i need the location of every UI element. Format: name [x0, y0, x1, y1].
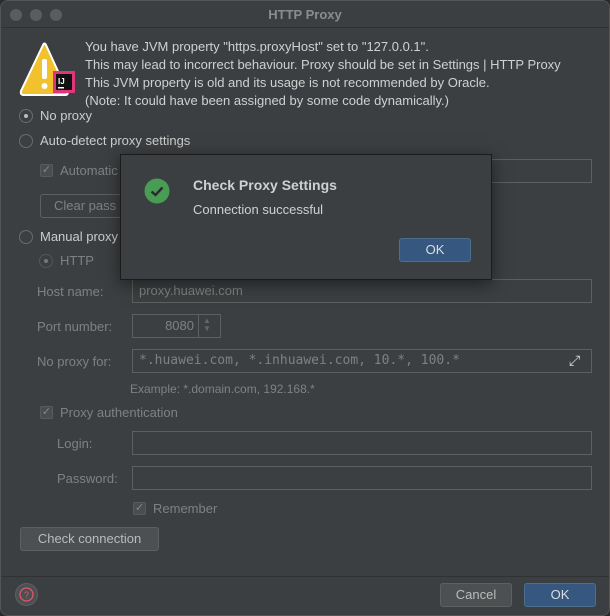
intellij-badge: IJ	[58, 77, 65, 86]
http-radio[interactable]	[39, 254, 53, 268]
spinner-divider	[198, 315, 199, 337]
remember-label: Remember	[153, 501, 218, 516]
automatic-config-label: Automatic	[60, 163, 118, 178]
manual-proxy-radio[interactable]	[19, 230, 33, 244]
footer-divider	[1, 576, 609, 577]
warning-icon: IJ	[19, 42, 75, 96]
warning-line: This may lead to incorrect behaviour. Pr…	[85, 57, 561, 72]
help-button[interactable]: ?	[15, 583, 38, 606]
window-title: HTTP Proxy	[268, 7, 342, 22]
login-label: Login:	[57, 436, 93, 451]
example-hint: Example: *.domain.com, 192.168.*	[130, 382, 315, 396]
login-input[interactable]	[132, 431, 592, 455]
automatic-config-checkbox[interactable]: ✓	[40, 164, 53, 177]
svg-text:?: ?	[24, 590, 29, 600]
host-name-label: Host name:	[37, 284, 104, 299]
warning-line: This JVM property is old and its usage i…	[85, 75, 490, 90]
popup-message: Connection successful	[193, 202, 324, 217]
spinner-arrows-icon[interactable]: ▲ ▼	[203, 317, 211, 333]
http-proxy-dialog: HTTP Proxy IJ You have JVM property "htt…	[0, 0, 610, 616]
popup-title: Check Proxy Settings	[193, 177, 337, 193]
clear-passwords-button[interactable]: Clear pass	[40, 194, 130, 218]
cancel-button[interactable]: Cancel	[440, 583, 512, 607]
help-icon: ?	[19, 587, 34, 602]
ok-button[interactable]: OK	[524, 583, 596, 607]
check-proxy-popup: Check Proxy Settings Connection successf…	[120, 154, 492, 280]
remember-checkbox[interactable]: ✓	[133, 502, 146, 515]
proxy-authentication-label: Proxy authentication	[60, 405, 178, 420]
popup-ok-button[interactable]: OK	[399, 238, 471, 262]
expand-icon[interactable]: ⤢	[569, 352, 580, 369]
warning-line: You have JVM property "https.proxyHost" …	[85, 39, 429, 54]
title-bar: HTTP Proxy	[1, 1, 609, 28]
no-proxy-radio[interactable]	[19, 109, 33, 123]
host-name-input[interactable]: proxy.huawei.com	[132, 279, 592, 303]
warning-message: You have JVM property "https.proxyHost" …	[85, 38, 561, 110]
warning-line: (Note: It could have been assigned by so…	[85, 93, 449, 108]
no-proxy-for-label: No proxy for:	[37, 354, 112, 369]
password-input[interactable]	[132, 466, 592, 490]
password-label: Password:	[57, 471, 118, 486]
auto-detect-radio[interactable]	[19, 134, 33, 148]
proxy-authentication-checkbox[interactable]: ✓	[40, 406, 53, 419]
check-connection-button[interactable]: Check connection	[20, 527, 159, 551]
auto-detect-label[interactable]: Auto-detect proxy settings	[40, 133, 190, 148]
http-label: HTTP	[60, 253, 94, 268]
no-proxy-label[interactable]: No proxy	[40, 108, 92, 123]
success-check-icon	[144, 178, 170, 204]
no-proxy-for-input[interactable]: *.huawei.com, *.inhuawei.com, 10.*, 100.…	[132, 349, 592, 373]
manual-proxy-label[interactable]: Manual proxy	[40, 229, 118, 244]
port-number-label: Port number:	[37, 319, 113, 334]
